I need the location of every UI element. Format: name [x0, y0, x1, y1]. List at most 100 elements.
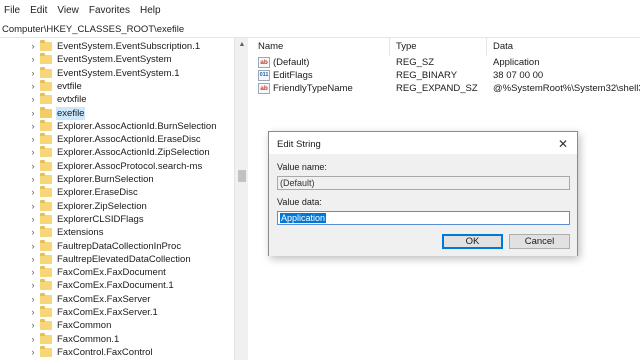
chevron-right-icon[interactable]: ›	[28, 306, 38, 319]
tree-item-label: FaxComEx.FaxDocument	[57, 267, 166, 279]
tree-item[interactable]: › FaultrepDataCollectionInProc	[0, 239, 234, 253]
menu-edit[interactable]: Edit	[26, 0, 53, 22]
value-data: 38 07 00 00	[493, 70, 544, 81]
string-value-icon: ab	[258, 83, 270, 94]
tree-item[interactable]: › FaxControl.FaxControl	[0, 345, 234, 359]
value-name: (Default)	[273, 57, 310, 68]
tree-item[interactable]: › Extensions	[0, 226, 234, 239]
folder-icon	[40, 119, 52, 131]
chevron-right-icon[interactable]: ›	[28, 346, 38, 359]
tree-item[interactable]: › Explorer.BurnSelection	[0, 173, 234, 186]
key-tree: › EventSystem.EventSubscription.1 › EventSy…	[0, 38, 234, 360]
scroll-up-arrow-icon[interactable]: ▲	[235, 38, 249, 52]
tree-item-label: EventSystem.EventSystem	[57, 54, 172, 66]
menu-view[interactable]: View	[53, 0, 85, 22]
tree-item[interactable]: › FaultrepElevatedDataCollection	[0, 252, 234, 266]
chevron-right-icon[interactable]: ›	[28, 133, 38, 146]
chevron-right-icon[interactable]: ›	[28, 67, 38, 80]
column-header-name[interactable]: Name	[252, 38, 390, 56]
menu-help[interactable]: Help	[136, 0, 167, 22]
tree-item-label: Explorer.AssocActionId.BurnSelection	[57, 120, 217, 132]
tree-item[interactable]: › Explorer.AssocActionId.BurnSelection	[0, 119, 234, 133]
tree-scrollbar[interactable]: ▲	[234, 38, 248, 360]
binary-value-icon: 011	[258, 70, 270, 81]
dialog-body: Value name: (Default) Value data: Applic…	[269, 154, 577, 256]
folder-icon	[40, 319, 52, 331]
chevron-right-icon[interactable]: ›	[28, 146, 38, 159]
tree-item[interactable]: › evtxfile	[0, 93, 234, 106]
cancel-button[interactable]: Cancel	[509, 234, 570, 249]
chevron-right-icon[interactable]: ›	[28, 266, 38, 279]
scroll-thumb[interactable]	[238, 170, 246, 182]
tree-item[interactable]: › FaxComEx.FaxServer.1	[0, 306, 234, 319]
tree-item-label: FaultrepElevatedDataCollection	[57, 253, 191, 265]
value-name: EditFlags	[273, 70, 313, 81]
chevron-right-icon[interactable]: ›	[28, 93, 38, 106]
tree-item[interactable]: › FaxComEx.FaxDocument	[0, 266, 234, 279]
tree-item[interactable]: › Explorer.AssocActionId.EraseDisc	[0, 133, 234, 146]
folder-icon	[40, 239, 52, 251]
chevron-right-icon[interactable]: ›	[28, 200, 38, 213]
value-data-input[interactable]: Application	[277, 211, 570, 225]
tree-item-label: FaxCommon	[57, 320, 112, 332]
close-icon[interactable]: ✕	[555, 136, 571, 152]
menu-file[interactable]: File	[0, 0, 26, 22]
folder-icon	[40, 279, 52, 291]
tree-item-label: Explorer.AssocActionId.EraseDisc	[57, 134, 201, 146]
tree-item[interactable]: › exefile	[0, 106, 234, 120]
tree-item[interactable]: › EventSystem.EventSystem	[0, 53, 234, 66]
column-header-type[interactable]: Type	[390, 38, 487, 56]
value-row[interactable]: 011 EditFlags REG_BINARY 38 07 00 00	[252, 69, 640, 82]
chevron-right-icon[interactable]: ›	[28, 173, 38, 186]
ok-button[interactable]: OK	[442, 234, 503, 249]
chevron-right-icon[interactable]: ›	[28, 213, 38, 226]
tree-item-label: Explorer.AssocActionId.ZipSelection	[57, 147, 210, 159]
menu-favorites[interactable]: Favorites	[85, 0, 136, 22]
folder-icon	[40, 292, 52, 304]
address-bar[interactable]: Computer\HKEY_CLASSES_ROOT\exefile	[0, 22, 640, 38]
value-type: REG_BINARY	[396, 70, 458, 81]
chevron-right-icon[interactable]: ›	[28, 120, 38, 133]
chevron-right-icon[interactable]: ›	[28, 333, 38, 346]
tree-item-label: FaxControl.FaxControl	[57, 346, 153, 358]
dialog-title: Edit String	[277, 139, 321, 150]
value-data: @%SystemRoot%\System32\shell32	[493, 83, 640, 94]
tree-item[interactable]: › Explorer.AssocActionId.ZipSelection	[0, 146, 234, 159]
tree-item[interactable]: › ExplorerCLSIDFlags	[0, 212, 234, 226]
tree-item[interactable]: › FaxCommon	[0, 319, 234, 332]
tree-item[interactable]: › Explorer.ZipSelection	[0, 199, 234, 213]
tree-item[interactable]: › FaxComEx.FaxDocument.1	[0, 279, 234, 292]
tree-item[interactable]: › EventSystem.EventSubscription.1	[0, 40, 234, 53]
tree-item-label: Explorer.AssocProtocol.search-ms	[57, 160, 203, 172]
tree-item[interactable]: › evtfile	[0, 79, 234, 93]
tree-item-label: Explorer.BurnSelection	[57, 174, 154, 185]
tree-item[interactable]: › Explorer.AssocProtocol.search-ms	[0, 159, 234, 173]
folder-icon	[40, 332, 52, 344]
chevron-right-icon[interactable]: ›	[28, 253, 38, 266]
chevron-right-icon[interactable]: ›	[28, 40, 38, 53]
chevron-right-icon[interactable]: ›	[28, 240, 38, 253]
tree-item[interactable]: › FaxComEx.FaxServer	[0, 292, 234, 306]
chevron-right-icon[interactable]: ›	[28, 107, 38, 120]
folder-icon	[40, 345, 52, 357]
tree-item-label: EventSystem.EventSystem.1	[57, 67, 180, 79]
tree-item-label: evtfile	[57, 80, 82, 92]
chevron-right-icon[interactable]: ›	[28, 319, 38, 332]
chevron-right-icon[interactable]: ›	[28, 53, 38, 66]
value-row[interactable]: ab FriendlyTypeName REG_EXPAND_SZ @%SystemR…	[252, 82, 640, 95]
tree-item-label: FaxCommon.1	[57, 333, 120, 345]
tree-item[interactable]: › FaxCommon.1	[0, 332, 234, 346]
folder-icon	[40, 159, 52, 171]
column-header-data[interactable]: Data	[487, 38, 640, 56]
chevron-right-icon[interactable]: ›	[28, 80, 38, 93]
chevron-right-icon[interactable]: ›	[28, 293, 38, 306]
tree-item-label: EventSystem.EventSubscription.1	[57, 41, 201, 52]
tree-item[interactable]: › Explorer.EraseDisc	[0, 186, 234, 199]
chevron-right-icon[interactable]: ›	[28, 226, 38, 239]
chevron-right-icon[interactable]: ›	[28, 279, 38, 292]
chevron-right-icon[interactable]: ›	[28, 160, 38, 173]
value-row[interactable]: ab (Default) REG_SZ Application	[252, 56, 640, 69]
tree-item[interactable]: › EventSystem.EventSystem.1	[0, 66, 234, 80]
chevron-right-icon[interactable]: ›	[28, 186, 38, 199]
tree-item-label: FaxComEx.FaxDocument.1	[57, 280, 174, 292]
